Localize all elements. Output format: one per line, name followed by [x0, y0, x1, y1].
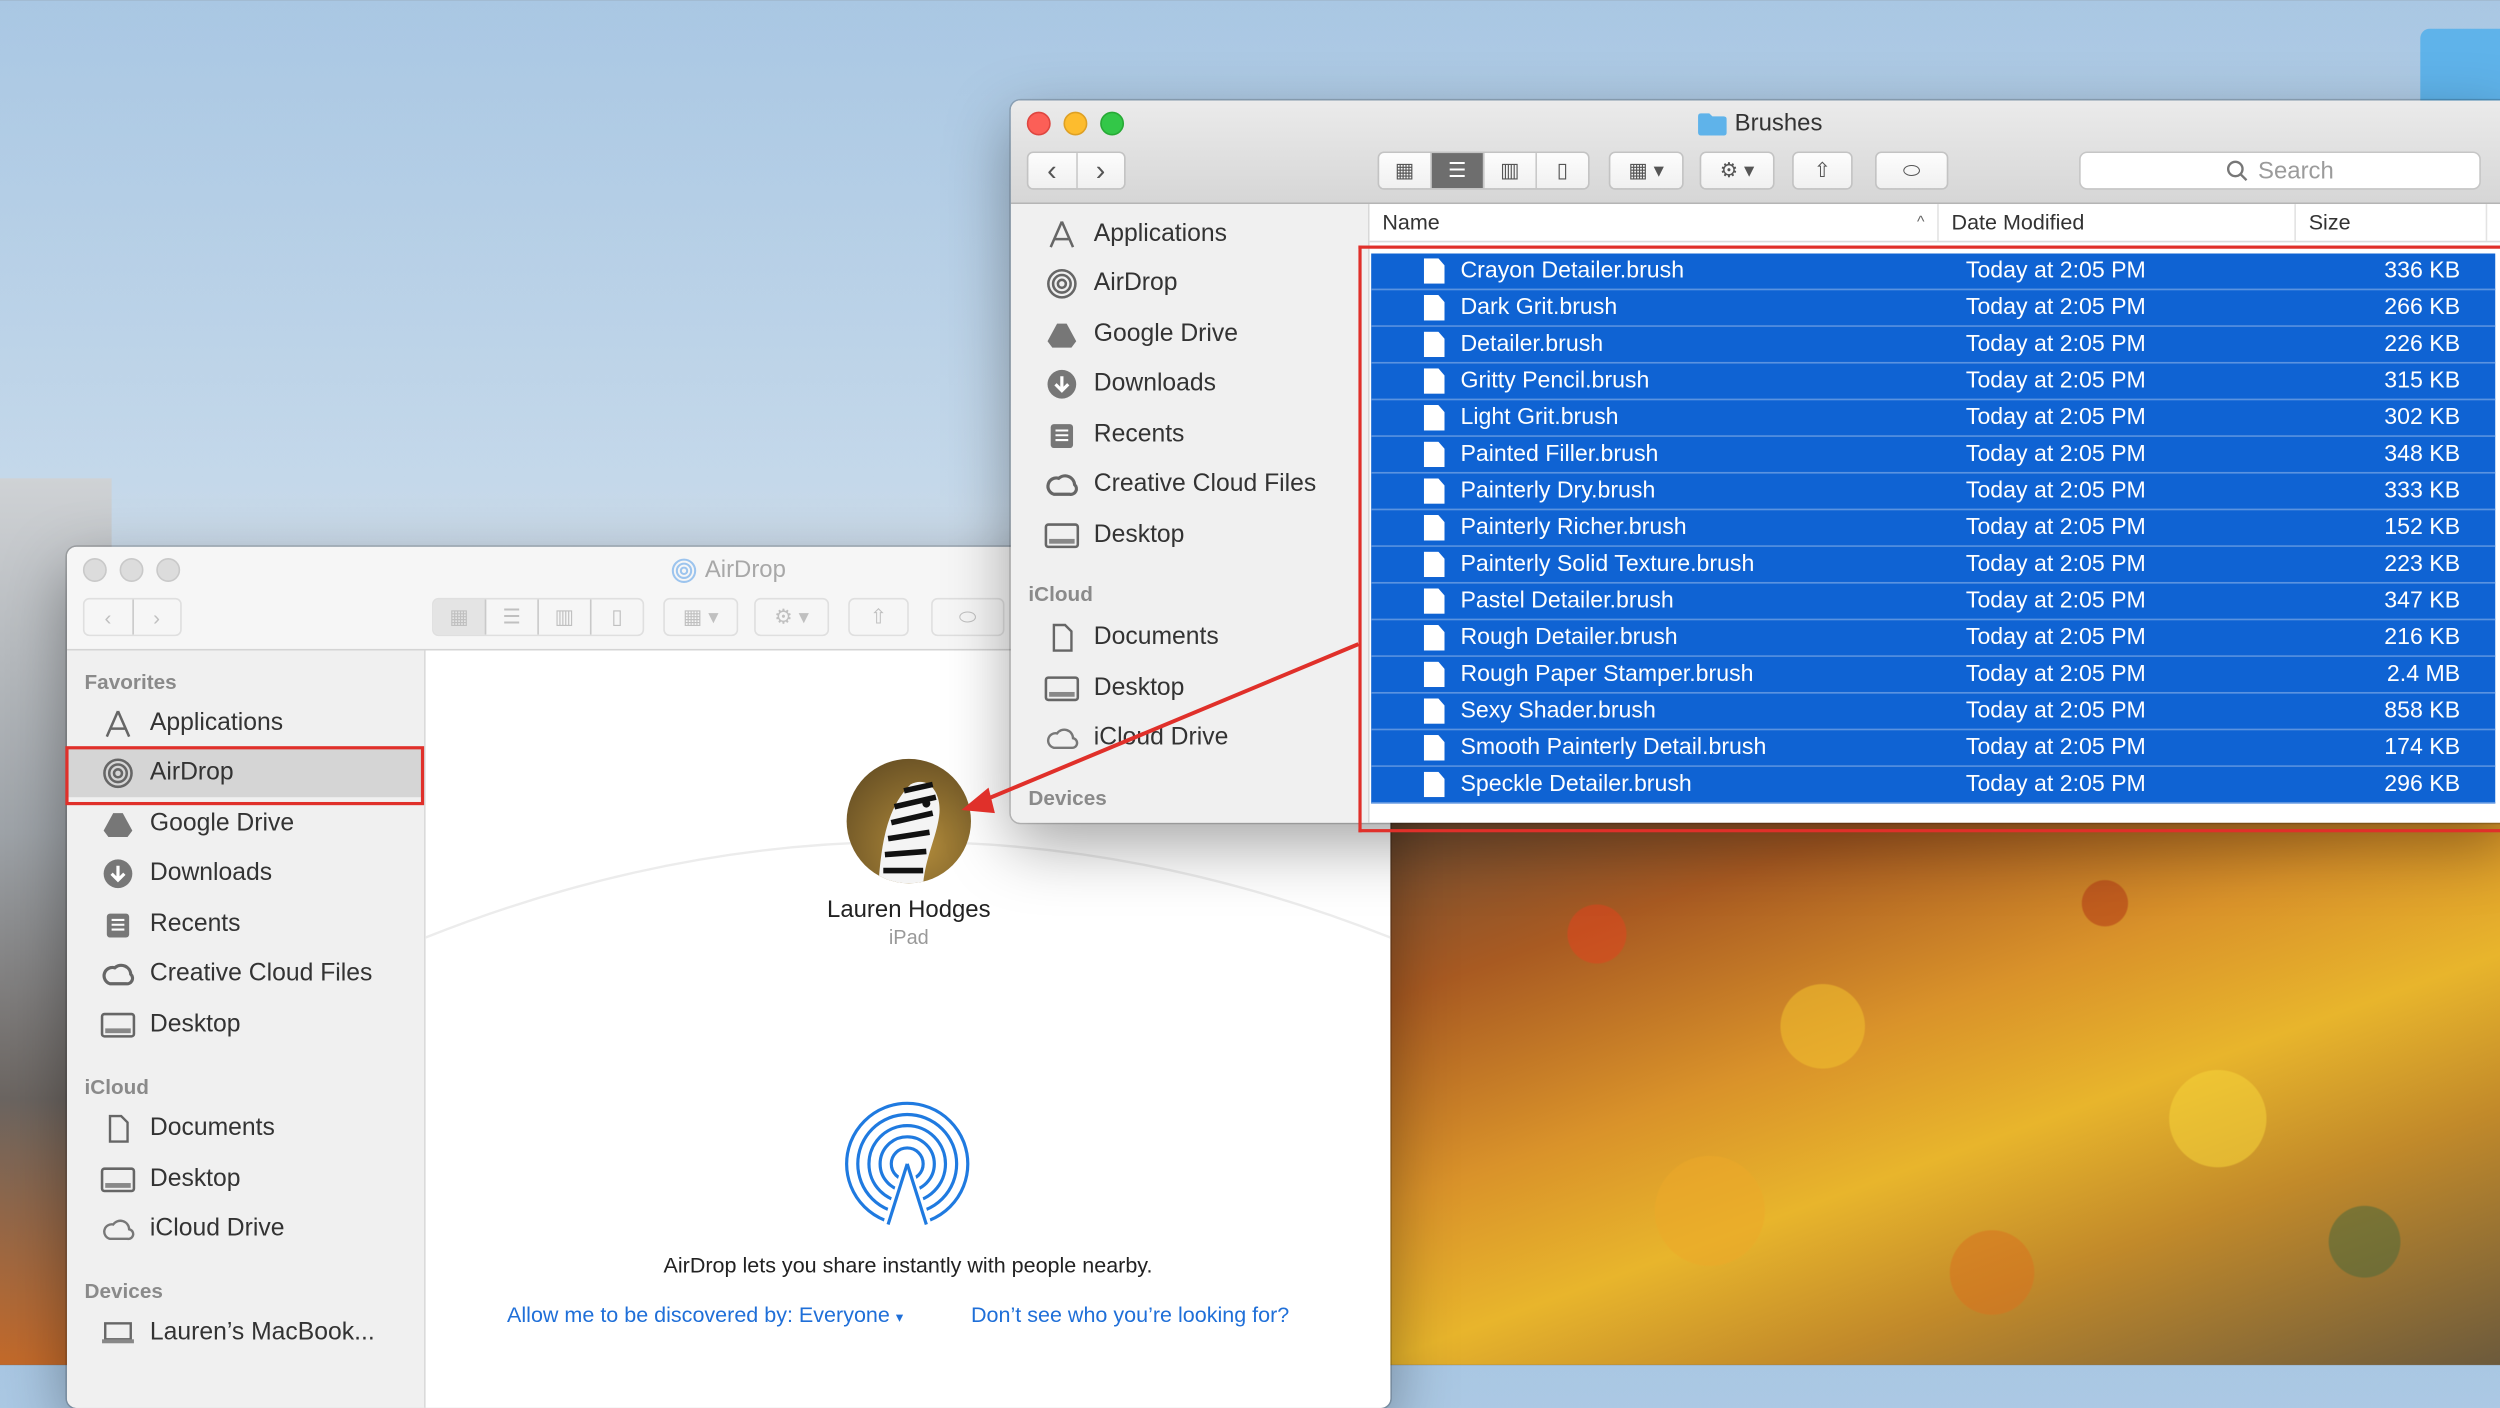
annotation-arrow [961, 642, 1360, 814]
